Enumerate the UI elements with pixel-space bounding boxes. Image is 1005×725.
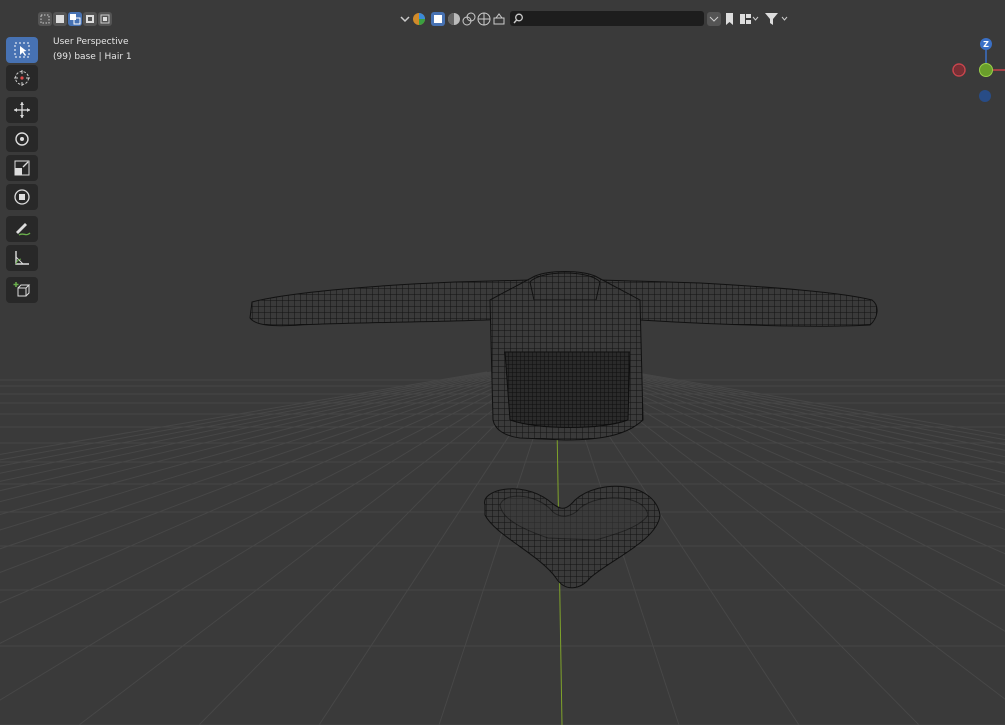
gizmo-z-label: Z [983, 40, 989, 49]
chevron-down-icon[interactable] [400, 13, 410, 25]
search-icon [513, 13, 523, 24]
cursor-icon [14, 70, 30, 86]
jacket-collar [529, 272, 601, 301]
rotate-tool[interactable] [6, 126, 38, 152]
transform-tool[interactable] [6, 184, 38, 210]
select-mode-extend-button[interactable] [53, 12, 67, 26]
rendered-shading-icon[interactable] [492, 12, 506, 26]
wireframe-shading-button[interactable] [431, 12, 445, 26]
transform-icon [14, 189, 30, 205]
jacket-inner [504, 351, 631, 428]
select-box-icon [14, 42, 30, 58]
add-cube-tool[interactable] [6, 277, 38, 303]
scale-icon [14, 160, 30, 176]
search-input[interactable] [526, 11, 696, 26]
material-preview-icon[interactable] [477, 12, 491, 26]
select-invert-icon [86, 15, 94, 23]
viewport-header [0, 0, 1005, 30]
object-info-label: (99) base | Hair 1 [53, 52, 132, 62]
wireframe-icon [434, 15, 442, 23]
gizmo-y-axis[interactable] [979, 63, 993, 77]
overlay-color-icon[interactable] [412, 12, 426, 26]
move-tool[interactable] [6, 97, 38, 123]
rotate-icon [15, 132, 29, 146]
select-intersect-icon [100, 14, 110, 24]
cursor-tool[interactable] [6, 65, 38, 91]
annotate-tool[interactable] [6, 216, 38, 242]
move-icon [14, 102, 30, 118]
measure-icon [15, 251, 29, 265]
select-extend-icon [56, 15, 64, 23]
gizmo-neg-x-axis-fill [954, 65, 964, 75]
navigation-gizmo[interactable]: Z [948, 34, 1005, 106]
view-layout-icon[interactable] [739, 12, 759, 26]
filter-icon[interactable] [764, 11, 790, 26]
add-cube-icon [13, 282, 31, 297]
view-mode-label: User Perspective [53, 37, 129, 47]
select-mode-new-button[interactable] [38, 12, 52, 26]
search-field[interactable] [510, 11, 704, 26]
3d-viewport[interactable] [0, 0, 1005, 725]
xray-toggle-icon[interactable] [462, 12, 476, 26]
scale-tool[interactable] [6, 155, 38, 181]
select-new-icon [40, 14, 50, 24]
bookmark-icon[interactable] [723, 12, 735, 26]
annotate-icon [16, 223, 31, 236]
filter-dropdown-icon[interactable] [707, 12, 721, 26]
select-mode-invert-button[interactable] [83, 12, 97, 26]
solid-shading-icon[interactable] [447, 12, 461, 26]
gizmo-neg-z-axis[interactable] [979, 90, 991, 102]
select-box-tool[interactable] [6, 37, 38, 63]
select-mode-subtract-button[interactable] [68, 12, 82, 26]
measure-tool[interactable] [6, 245, 38, 271]
select-mode-intersect-button[interactable] [98, 12, 112, 26]
select-subtract-icon [70, 14, 81, 25]
